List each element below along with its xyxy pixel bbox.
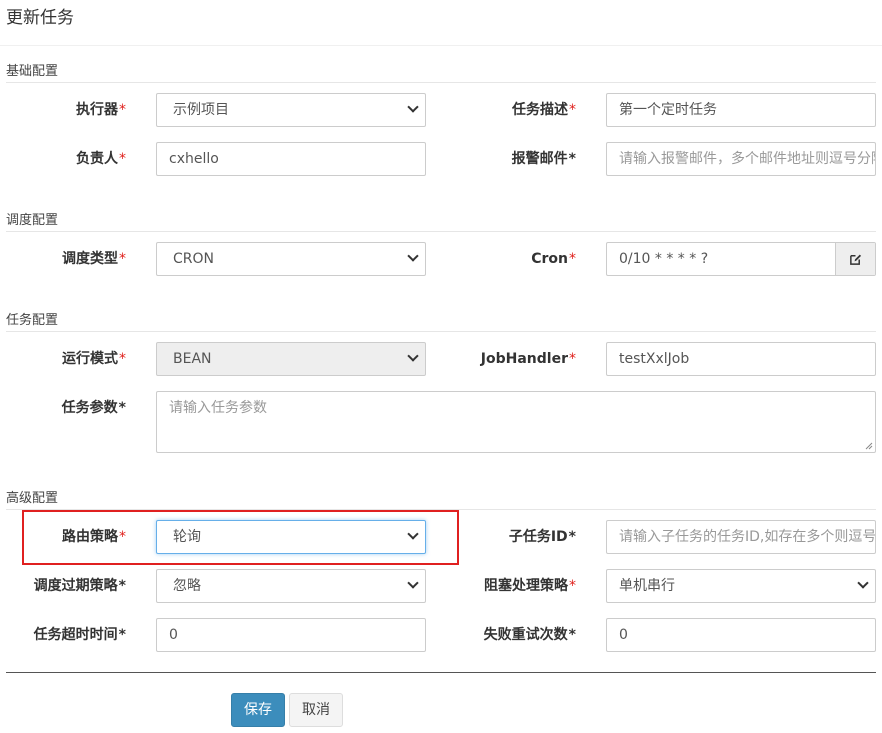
footer-divider [6,672,876,673]
schedule-type-select[interactable]: CRON [156,242,426,276]
title-divider [0,45,882,46]
alarm-email-input[interactable]: 请输入报警邮件，多个邮件地址则逗号分隔 [606,142,876,176]
dialog-title: 更新任务 [6,8,74,28]
child-job-id-label: 子任务ID* [508,529,576,545]
chevron-down-icon [407,350,419,362]
chevron-down-icon [857,577,869,589]
alarm-email-label: 报警邮件* [511,151,576,167]
job-desc-input[interactable]: 第一个定时任务 [606,93,876,127]
section-divider [6,82,876,83]
run-mode-select: BEAN [156,342,426,376]
job-param-label: 任务参数* [61,400,126,416]
author-input[interactable]: cxhello [156,142,426,176]
cron-label: Cron* [531,251,576,267]
job-param-textarea[interactable]: 请输入任务参数 [156,391,876,453]
section-divider [6,331,876,332]
job-desc-label: 任务描述* [512,102,576,118]
executor-select[interactable]: 示例项目 [156,93,426,127]
cron-input[interactable]: 0/10 * * * * ? [606,242,876,276]
edit-icon [850,254,862,265]
chevron-down-icon [407,577,419,589]
run-mode-label: 运行模式* [62,351,126,367]
save-button[interactable]: 保存 [231,693,285,727]
section-title-task: 任务配置 [6,313,59,328]
job-handler-input[interactable]: testXxlJob [606,342,876,376]
timeout-input[interactable]: 0 [156,618,426,652]
schedule-type-label: 调度类型* [62,251,126,267]
misfire-strategy-select[interactable]: 忽略 [156,569,426,603]
chevron-down-icon [407,528,419,540]
cron-edit-button[interactable] [835,243,875,275]
fail-retry-label: 失败重试次数* [483,627,576,643]
route-strategy-label: 路由策略* [62,529,126,545]
timeout-label: 任务超时时间* [33,627,126,643]
executor-label: 执行器* [76,102,126,118]
block-strategy-select[interactable]: 单机串行 [606,569,876,603]
child-job-id-input[interactable]: 请输入子任务的任务ID,如存在多个则逗号分隔 [606,520,876,554]
chevron-down-icon [407,101,419,113]
cancel-button[interactable]: 取消 [289,693,343,727]
section-title-schedule: 调度配置 [6,213,59,228]
job-handler-label: JobHandler* [480,351,576,367]
section-title-advanced: 高级配置 [6,491,59,506]
chevron-down-icon [407,250,419,262]
route-strategy-select[interactable]: 轮询 [156,520,426,554]
misfire-strategy-label: 调度过期策略* [33,578,126,594]
author-label: 负责人* [76,151,126,167]
section-title-basic: 基础配置 [6,64,59,79]
section-divider [6,231,876,232]
fail-retry-input[interactable]: 0 [606,618,876,652]
resize-handle-icon[interactable] [865,442,873,450]
block-strategy-label: 阻塞处理策略* [484,578,576,594]
